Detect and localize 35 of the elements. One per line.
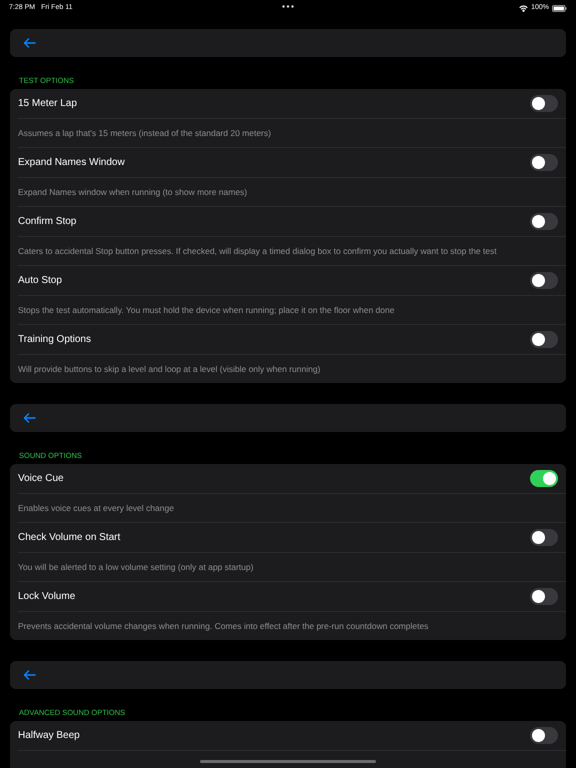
option-description: Assumes a lap that's 15 meters (instead of the standard 20 meters) [18, 126, 271, 140]
option-label: Confirm Stop [18, 215, 76, 229]
option-description: Stops the test automatically. You must hold the device when running; place it on the floor when done [18, 304, 394, 316]
option-label: Voice Cue [18, 472, 64, 486]
toggle-switch[interactable] [530, 95, 558, 112]
toggle-switch[interactable] [530, 154, 558, 171]
back-button[interactable] [21, 411, 38, 425]
option-description: Enables voice cues at every level change [18, 502, 174, 514]
option-label: Expand Names Window [18, 156, 125, 170]
option-label: Auto Stop [18, 274, 62, 288]
option-description: Will provide buttons to skip a level and loop at a level (visible only when running) [18, 362, 320, 376]
toggle-switch[interactable] [530, 588, 558, 605]
toggle-switch[interactable] [530, 331, 558, 348]
battery-icon [552, 4, 567, 12]
toggle-switch[interactable] [530, 470, 558, 487]
back-arrow-icon [23, 413, 36, 423]
wifi-icon [519, 4, 528, 12]
option-label: Check Volume on Start [18, 531, 120, 545]
option-description: Prevents accidental volume changes when running. Comes into effect after the pre-run countdown completes [18, 620, 428, 632]
back-button[interactable] [21, 668, 38, 682]
toggle-switch[interactable] [530, 529, 558, 546]
option-label: Halfway Beep [18, 729, 80, 743]
option-label: Lock Volume [18, 590, 76, 604]
option-description: You will be alerted to a low volume setting (only at app startup) [18, 560, 254, 574]
back-arrow-icon [23, 38, 36, 48]
option-description: Caters to accidental Stop button presses. If checked, will display a timed dialog box to confirm you actually want to stop the test [18, 244, 497, 258]
toggle-switch[interactable] [530, 272, 558, 289]
back-arrow-icon [23, 670, 36, 680]
option-description: Expand Names window when running (to show more names) [18, 186, 248, 198]
back-button[interactable] [21, 36, 38, 50]
toggle-switch[interactable] [530, 727, 558, 744]
toggle-switch[interactable] [530, 213, 558, 230]
option-label: Training Options [18, 333, 91, 347]
option-label: 15 Meter Lap [18, 97, 77, 111]
more-dots-icon [282, 5, 294, 8]
